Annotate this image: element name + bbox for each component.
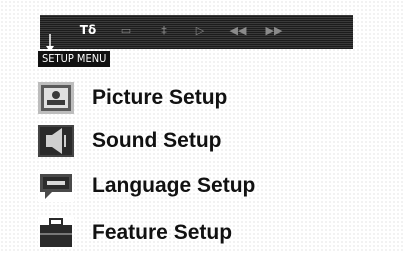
menu-item-label: Sound Setup: [92, 129, 222, 152]
sound-icon: [38, 125, 74, 157]
play-icon[interactable]: ▷: [188, 20, 212, 40]
menu-title: SETUP MENU: [38, 51, 111, 67]
menu-item-label: Language Setup: [92, 174, 256, 197]
menu-item-language-setup[interactable]: Language Setup: [38, 168, 298, 204]
forward-icon[interactable]: ▶▶: [262, 20, 286, 40]
audio-icon[interactable]: ‡: [152, 20, 176, 40]
menu-item-label: Feature Setup: [92, 221, 233, 244]
menu-item-sound-setup[interactable]: Sound Setup: [38, 123, 298, 159]
menu-toolbar: Tδ ▭ ‡ ▷ ◀◀ ▶▶: [40, 15, 353, 49]
menu-item-label: Picture Setup: [92, 86, 228, 109]
rewind-icon[interactable]: ◀◀: [226, 20, 250, 40]
menu-item-feature-setup[interactable]: Feature Setup: [38, 215, 298, 251]
setup-icon[interactable]: Tδ: [76, 20, 100, 40]
picture-icon: [38, 82, 74, 114]
selection-pointer-icon: [46, 34, 54, 52]
feature-icon: [38, 217, 74, 249]
display-icon[interactable]: ▭: [114, 20, 138, 40]
language-icon: [38, 170, 74, 202]
menu-item-picture-setup[interactable]: Picture Setup: [38, 80, 298, 116]
